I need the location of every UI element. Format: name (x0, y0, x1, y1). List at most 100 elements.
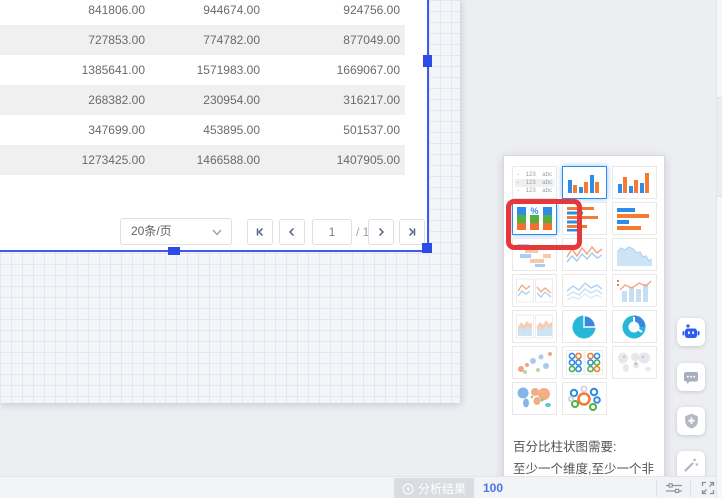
resize-handle-bottom[interactable] (168, 247, 180, 255)
adjust-settings-button[interactable] (658, 477, 690, 498)
table-row: 727853.00 774782.00 877049.00 (0, 25, 405, 55)
chart-type-map-faded[interactable] (612, 346, 657, 379)
multi-panel-area-chart-icon (515, 313, 554, 340)
table-widget[interactable]: 841806.00 944674.00 924756.00 727853.00 … (0, 0, 428, 252)
table-cell: 841806.00 (0, 3, 145, 17)
table-cell: 268382.00 (0, 93, 145, 107)
chart-type-pie[interactable] (562, 310, 607, 343)
resize-handle-right[interactable] (423, 55, 432, 67)
next-page-button[interactable] (368, 219, 394, 245)
table-cell: 230954.00 (145, 93, 260, 107)
world-map-chart-icon (515, 385, 554, 412)
table-cell: 944674.00 (145, 3, 260, 17)
page-size-label: 20条/页 (131, 224, 172, 238)
last-page-icon (406, 226, 418, 238)
chart-type-area[interactable] (612, 238, 657, 271)
resize-handle-corner[interactable] (422, 243, 432, 253)
table-chart-icon: -123abc -123abc -123abc (515, 171, 554, 195)
zoom-level-value[interactable]: 100 (483, 478, 503, 498)
chart-type-multi-panel-line[interactable] (512, 274, 557, 307)
table-cell: 316217.00 (260, 93, 400, 107)
next-page-icon (375, 226, 387, 238)
map-chart-icon (615, 349, 654, 376)
chart-type-column[interactable] (562, 166, 607, 199)
chart-type-bar[interactable] (562, 202, 607, 235)
expand-arrows-icon (701, 481, 715, 495)
first-page-button[interactable] (247, 219, 273, 245)
chart-type-multi-line[interactable] (562, 274, 607, 307)
chart-type-stacked-bar[interactable] (612, 202, 657, 235)
table-cell: 924756.00 (260, 3, 400, 17)
statusbar-divider (656, 480, 657, 497)
bar-chart-icon (565, 205, 604, 232)
analyze-icon (402, 483, 414, 495)
table-cell: 501537.00 (260, 123, 400, 137)
table-row: 1273425.00 1466588.00 1407905.00 (0, 145, 405, 175)
analyze-label: 分析结果 (418, 480, 466, 497)
scrollbar-thumb[interactable] (717, 97, 722, 197)
page-size-select[interactable]: 20条/页 (120, 218, 232, 245)
grouped-column-chart-icon (615, 169, 654, 196)
chart-type-map-colored[interactable] (512, 382, 557, 415)
magic-wand-button[interactable] (677, 451, 705, 479)
chart-type-percentage-column[interactable]: % (512, 202, 557, 235)
percentage-column-chart-icon: % (515, 205, 554, 232)
svg-text:%: % (530, 206, 538, 216)
table-cell: 347699.00 (0, 123, 145, 137)
table-row: 841806.00 944674.00 924756.00 (0, 0, 405, 25)
chevron-down-icon (212, 229, 222, 236)
chart-type-grouped-column[interactable] (612, 166, 657, 199)
scatter-chart-icon (515, 349, 554, 376)
comments-button[interactable] (677, 363, 705, 391)
line-chart-icon (565, 241, 604, 268)
table-row: 347699.00 453895.00 501537.00 (0, 115, 405, 145)
ai-assistant-button[interactable] (677, 318, 705, 346)
combo-chart-icon (615, 277, 654, 304)
page-number-input[interactable] (312, 219, 352, 245)
prev-page-button[interactable] (279, 219, 305, 245)
chart-type-donut[interactable] (612, 310, 657, 343)
robot-icon (682, 324, 700, 341)
chart-type-scatter[interactable] (512, 346, 557, 379)
table-cell: 877049.00 (260, 33, 400, 47)
pie-chart-icon (570, 313, 600, 341)
donut-chart-icon (620, 313, 650, 341)
chart-type-dot-matrix[interactable] (562, 346, 607, 379)
dashboard-canvas[interactable]: 841806.00 944674.00 924756.00 727853.00 … (0, 0, 460, 403)
last-page-button[interactable] (399, 219, 425, 245)
shield-plus-icon (684, 413, 699, 429)
shield-add-button[interactable] (677, 407, 705, 435)
sliders-icon (665, 482, 683, 494)
analyze-result-button[interactable]: 分析结果 (394, 478, 474, 498)
chart-type-column-line-combo[interactable] (612, 274, 657, 307)
network-chart-icon (565, 385, 604, 412)
chart-type-gantt[interactable] (512, 238, 557, 271)
chart-type-table[interactable]: -123abc -123abc -123abc (512, 166, 557, 199)
table-cell: 1669067.00 (260, 63, 400, 77)
chart-requirement-title: 百分比柱状图需要: (513, 436, 661, 455)
table-cell: 774782.00 (145, 33, 260, 47)
table-cell: 1571983.00 (145, 63, 260, 77)
chart-type-picker-panel: -123abc -123abc -123abc % (503, 155, 665, 498)
table-cell: 453895.00 (145, 123, 260, 137)
multi-line-chart-icon (565, 277, 604, 304)
magic-wand-icon (683, 457, 699, 473)
status-bar: 分析结果 100 (0, 476, 722, 498)
app-window: 841806.00 944674.00 924756.00 727853.00 … (0, 0, 722, 498)
widget-selection-border (0, 250, 429, 252)
statusbar-divider (690, 480, 691, 497)
table-row: 268382.00 230954.00 316217.00 (0, 85, 405, 115)
first-page-icon (254, 226, 266, 238)
chart-type-line[interactable] (562, 238, 607, 271)
pagination-bar: 20条/页 / 1 (0, 218, 428, 246)
stacked-bar-chart-icon (615, 205, 654, 232)
chat-bubble-icon (683, 370, 699, 385)
area-chart-icon (615, 241, 654, 268)
chart-type-network[interactable] (562, 382, 607, 415)
column-chart-icon (565, 169, 604, 196)
vertical-scrollbar[interactable] (716, 0, 722, 498)
chart-type-multi-panel-area[interactable] (512, 310, 557, 343)
table-cell: 727853.00 (0, 33, 145, 47)
table-cell: 1385641.00 (0, 63, 145, 77)
multi-panel-line-chart-icon (515, 277, 554, 304)
